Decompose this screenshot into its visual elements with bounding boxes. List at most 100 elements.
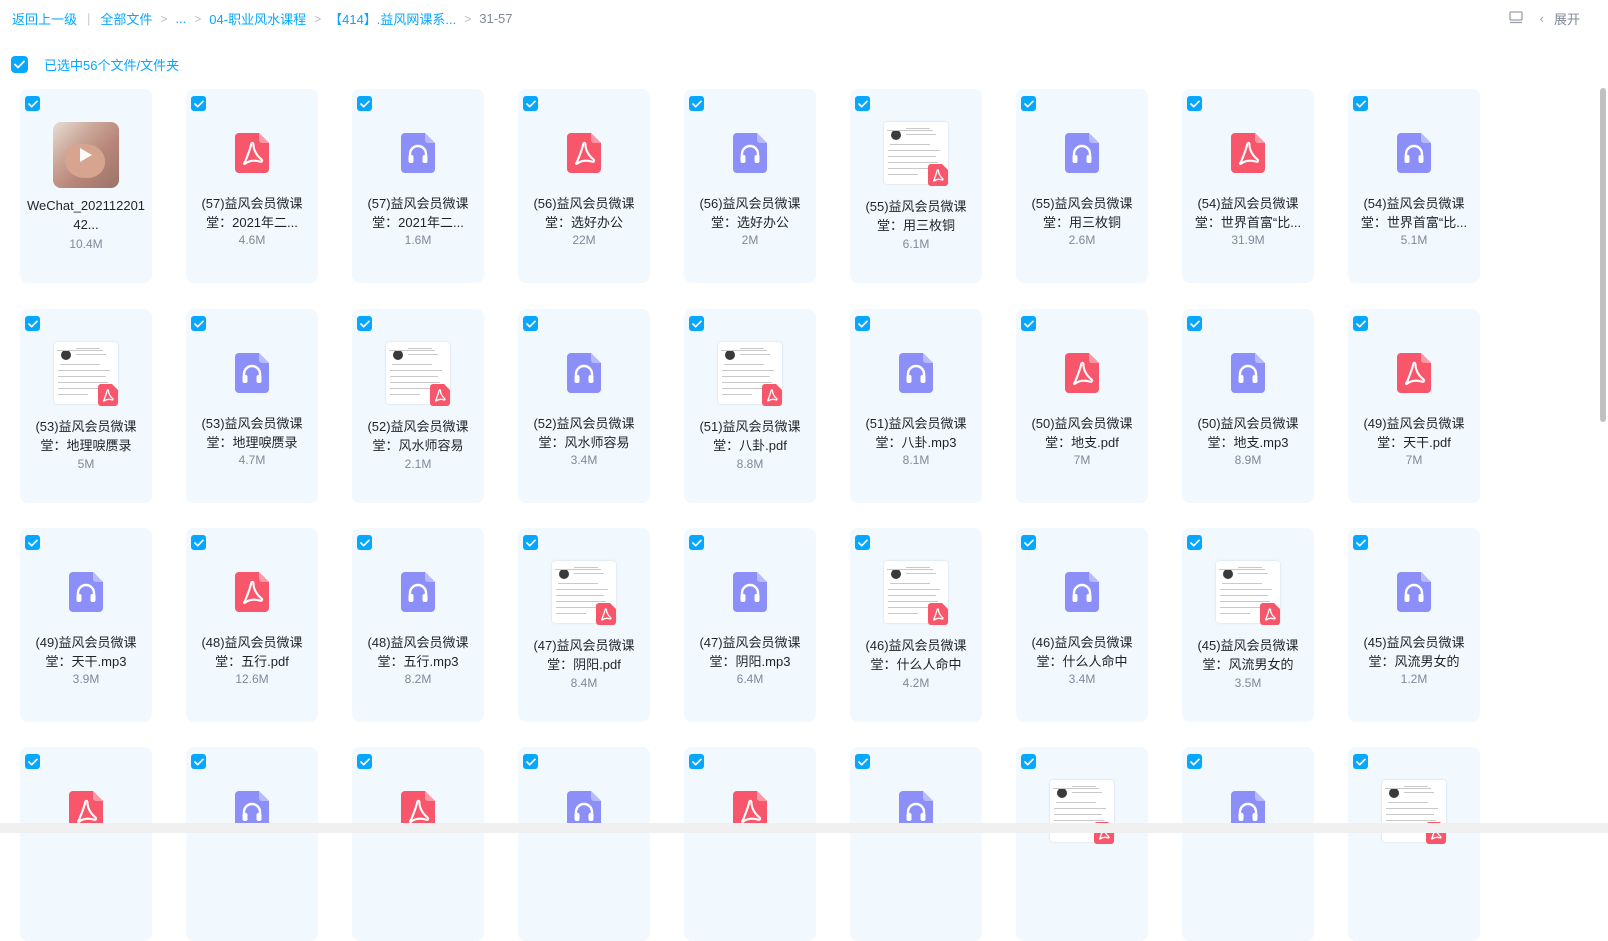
- file-card[interactable]: (54)益风会员微课堂：世界首富“比...31.9M: [1182, 89, 1314, 283]
- file-checkbox[interactable]: [689, 754, 704, 769]
- file-grid: WeChat_20211220142...10.4M (57)益风会员微课堂：20…: [0, 0, 1560, 833]
- file-checkbox[interactable]: [523, 316, 538, 331]
- file-checkbox[interactable]: [1021, 316, 1036, 331]
- file-card[interactable]: [352, 747, 484, 941]
- file-checkbox[interactable]: [25, 535, 40, 550]
- file-checkbox[interactable]: [1353, 754, 1368, 769]
- file-checkbox[interactable]: [357, 535, 372, 550]
- file-checkbox[interactable]: [25, 96, 40, 111]
- file-name: (50)益风会员微课堂：地支.pdf: [1022, 414, 1142, 452]
- file-size: 12.6M: [186, 672, 318, 686]
- file-checkbox[interactable]: [1021, 96, 1036, 111]
- file-checkbox[interactable]: [1187, 754, 1202, 769]
- file-card[interactable]: (56)益风会员微课堂：选好办公2M: [684, 89, 816, 283]
- file-name: (57)益风会员微课堂：2021年二...: [192, 194, 312, 232]
- file-checkbox[interactable]: [1187, 535, 1202, 550]
- file-card[interactable]: [186, 747, 318, 941]
- file-card[interactable]: [1182, 747, 1314, 941]
- file-checkbox[interactable]: [855, 535, 870, 550]
- audio-file-icon: [567, 353, 601, 398]
- file-checkbox[interactable]: [1187, 316, 1202, 331]
- file-checkbox[interactable]: [191, 96, 206, 111]
- file-checkbox[interactable]: [357, 96, 372, 111]
- file-card[interactable]: (49)益风会员微课堂：天干.mp33.9M: [20, 528, 152, 722]
- file-card[interactable]: [1348, 747, 1480, 941]
- vertical-scrollbar[interactable]: [1600, 88, 1606, 422]
- audio-file-icon: [69, 572, 103, 617]
- file-checkbox[interactable]: [523, 96, 538, 111]
- pdf-badge-icon: [430, 384, 450, 406]
- file-card[interactable]: [20, 747, 152, 941]
- file-checkbox[interactable]: [855, 754, 870, 769]
- file-name: [856, 852, 976, 890]
- file-checkbox[interactable]: [689, 316, 704, 331]
- file-card[interactable]: (48)益风会员微课堂：五行.mp38.2M: [352, 528, 484, 722]
- file-card[interactable]: (54)益风会员微课堂：世界首富“比...5.1M: [1348, 89, 1480, 283]
- file-checkbox[interactable]: [191, 535, 206, 550]
- file-card[interactable]: (49)益风会员微课堂：天干.pdf7M: [1348, 309, 1480, 503]
- file-card[interactable]: [684, 747, 816, 941]
- file-checkbox[interactable]: [1187, 96, 1202, 111]
- pdf-icon: [1231, 133, 1265, 178]
- file-card[interactable]: (45)益风会员微课堂：风流男女的3.5M: [1182, 528, 1314, 722]
- file-checkbox[interactable]: [689, 96, 704, 111]
- file-name: (56)益风会员微课堂：选好办公: [524, 194, 644, 232]
- file-checkbox[interactable]: [523, 754, 538, 769]
- file-checkbox[interactable]: [25, 754, 40, 769]
- file-card[interactable]: (53)益风会员微课堂：地理唳赝录5M: [20, 309, 152, 503]
- file-name: [192, 852, 312, 890]
- audio-file-icon: [235, 353, 269, 398]
- file-card[interactable]: (52)益风会员微课堂：风水师容易2.1M: [352, 309, 484, 503]
- file-name: (52)益风会员微课堂：风水师容易: [524, 414, 644, 452]
- file-card[interactable]: (46)益风会员微课堂：什么人命中4.2M: [850, 528, 982, 722]
- file-card[interactable]: [518, 747, 650, 941]
- file-card[interactable]: (55)益风会员微课堂：用三枚铜6.1M: [850, 89, 982, 283]
- file-card[interactable]: (56)益风会员微课堂：选好办公22M: [518, 89, 650, 283]
- file-checkbox[interactable]: [1021, 535, 1036, 550]
- avatar: [61, 350, 71, 360]
- pdf-icon: [1397, 353, 1431, 398]
- file-card[interactable]: (50)益风会员微课堂：地支.mp38.9M: [1182, 309, 1314, 503]
- file-card[interactable]: (57)益风会员微课堂：2021年二...4.6M: [186, 89, 318, 283]
- file-card[interactable]: (55)益风会员微课堂：用三枚铜2.6M: [1016, 89, 1148, 283]
- file-size: 8.9M: [1182, 453, 1314, 467]
- avatar: [393, 350, 403, 360]
- file-card[interactable]: WeChat_20211220142...10.4M: [20, 89, 152, 283]
- file-checkbox[interactable]: [855, 96, 870, 111]
- pdf-icon: [235, 133, 269, 178]
- file-checkbox[interactable]: [1021, 754, 1036, 769]
- pdf-preview: [1216, 561, 1280, 623]
- file-card[interactable]: (46)益风会员微课堂：什么人命中3.4M: [1016, 528, 1148, 722]
- file-card[interactable]: (57)益风会员微课堂：2021年二...1.6M: [352, 89, 484, 283]
- file-checkbox[interactable]: [1353, 535, 1368, 550]
- file-checkbox[interactable]: [357, 754, 372, 769]
- file-name: (56)益风会员微课堂：选好办公: [690, 194, 810, 232]
- file-card[interactable]: (53)益风会员微课堂：地理唳赝录4.7M: [186, 309, 318, 503]
- file-card[interactable]: (47)益风会员微课堂：阴阳.mp36.4M: [684, 528, 816, 722]
- file-size: 2.6M: [1016, 233, 1148, 247]
- file-name: [1022, 855, 1142, 893]
- file-checkbox[interactable]: [523, 535, 538, 550]
- file-card[interactable]: (51)益风会员微课堂：八卦.pdf8.8M: [684, 309, 816, 503]
- file-checkbox[interactable]: [689, 535, 704, 550]
- file-checkbox[interactable]: [25, 316, 40, 331]
- file-card[interactable]: (45)益风会员微课堂：风流男女的1.2M: [1348, 528, 1480, 722]
- file-checkbox[interactable]: [191, 754, 206, 769]
- file-checkbox[interactable]: [357, 316, 372, 331]
- file-card[interactable]: (51)益风会员微课堂：八卦.mp38.1M: [850, 309, 982, 503]
- file-card[interactable]: [850, 747, 982, 941]
- horizontal-scrollbar-track[interactable]: [0, 823, 1608, 833]
- file-card[interactable]: (50)益风会员微课堂：地支.pdf7M: [1016, 309, 1148, 503]
- file-size: 2.1M: [352, 457, 484, 471]
- pdf-badge-icon: [1260, 603, 1280, 625]
- file-card[interactable]: (48)益风会员微课堂：五行.pdf12.6M: [186, 528, 318, 722]
- file-checkbox[interactable]: [1353, 96, 1368, 111]
- file-checkbox[interactable]: [191, 316, 206, 331]
- file-card[interactable]: [1016, 747, 1148, 941]
- file-name: (45)益风会员微课堂：风流男女的: [1188, 636, 1308, 674]
- file-card[interactable]: (47)益风会员微课堂：阴阳.pdf8.4M: [518, 528, 650, 722]
- pdf-icon: [567, 133, 601, 178]
- file-checkbox[interactable]: [1353, 316, 1368, 331]
- file-checkbox[interactable]: [855, 316, 870, 331]
- file-card[interactable]: (52)益风会员微课堂：风水师容易3.4M: [518, 309, 650, 503]
